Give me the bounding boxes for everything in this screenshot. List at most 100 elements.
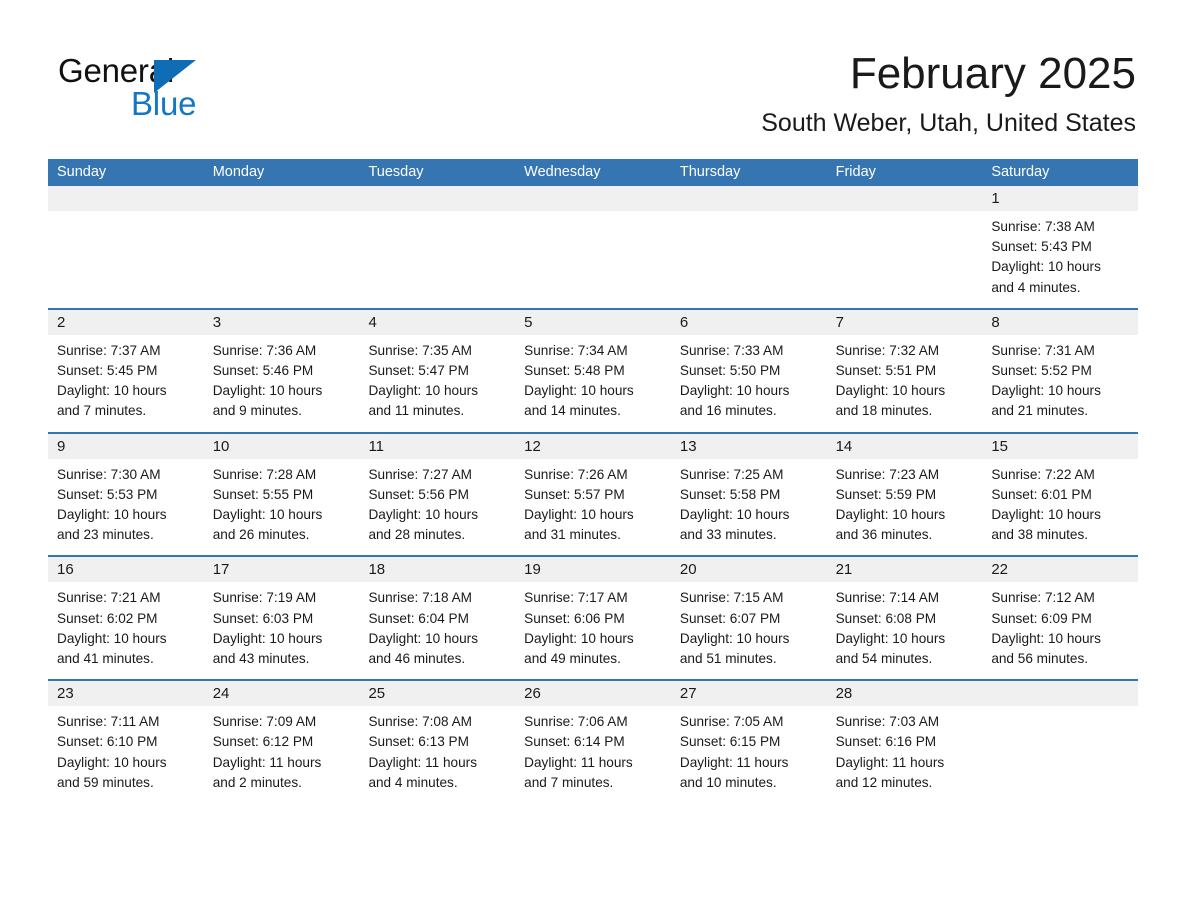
day-number-band	[48, 186, 204, 211]
day-details: Sunrise: 7:34 AM Sunset: 5:48 PM Daylight:…	[515, 335, 671, 432]
day-cell[interactable]: 15 Sunrise: 7:22 AM Sunset: 6:01 PM Dayligh…	[982, 433, 1139, 556]
daylight-text-line2: and 49 minutes.	[524, 651, 621, 667]
weekday-header-sunday: Sunday	[57, 164, 107, 180]
sunset-text: Sunset: 5:55 PM	[212, 486, 314, 502]
day-cell[interactable]: 21 Sunrise: 7:14 AM Sunset: 6:08 PM Dayligh…	[826, 557, 983, 680]
sunset-text: Sunset: 6:12 PM	[212, 734, 314, 750]
daylight-text-line1: Daylight: 10 hours	[835, 630, 946, 646]
day-cell[interactable]: 1 Sunrise: 7:38 AM Sunset: 5:43 PM Daylight…	[982, 186, 1139, 308]
day-number-band	[670, 186, 827, 211]
title-block: February 2025 South Weber, Utah, United …	[761, 48, 1136, 138]
daylight-text-line2: and 46 minutes.	[368, 651, 466, 667]
daylight-text-line1: Daylight: 11 hours	[368, 754, 477, 770]
daylight-text-line2: and 7 minutes.	[524, 774, 614, 790]
day-number-band: 8	[982, 309, 1139, 335]
daylight-text-line1: Daylight: 10 hours	[524, 507, 634, 523]
day-cell[interactable]: 13 Sunrise: 7:25 AM Sunset: 5:58 PM Dayligh…	[670, 433, 827, 556]
page-subtitle-location: South Weber, Utah, United States	[761, 109, 1136, 137]
day-number: 25	[368, 685, 386, 703]
day-cell[interactable]: 23 Sunrise: 7:11 AM Sunset: 6:10 PM Dayligh…	[48, 681, 204, 804]
sunset-text: Sunset: 6:01 PM	[991, 486, 1092, 502]
daylight-text-line2: and 59 minutes.	[57, 774, 154, 790]
day-cell[interactable]: 24 Sunrise: 7:09 AM Sunset: 6:12 PM Dayligh…	[203, 681, 360, 804]
day-number-band: 6	[670, 309, 827, 335]
general-blue-logo[interactable]: General Blue	[58, 52, 298, 128]
day-number-band: 24	[203, 681, 360, 707]
day-number: 20	[679, 561, 697, 579]
daylight-text-line1: Daylight: 10 hours	[679, 507, 790, 523]
day-cell[interactable]: 17 Sunrise: 7:19 AM Sunset: 6:03 PM Dayligh…	[203, 557, 360, 680]
sunset-text: Sunset: 6:10 PM	[57, 734, 158, 750]
day-cell[interactable]: 25 Sunrise: 7:08 AM Sunset: 6:13 PM Dayligh…	[359, 681, 516, 804]
day-cell[interactable]: 27 Sunrise: 7:05 AM Sunset: 6:15 PM Dayligh…	[670, 681, 827, 804]
daylight-text-line1: Daylight: 10 hours	[835, 383, 946, 399]
day-cell[interactable]: 28 Sunrise: 7:03 AM Sunset: 6:16 PM Dayligh…	[826, 681, 983, 804]
day-cell[interactable]: 5 Sunrise: 7:34 AM Sunset: 5:48 PM Daylight…	[515, 309, 671, 432]
day-details: Sunrise: 7:31 AM Sunset: 5:52 PM Daylight:…	[982, 335, 1138, 432]
daylight-text-line1: Daylight: 10 hours	[57, 754, 167, 770]
day-details: Sunrise: 7:22 AM Sunset: 6:01 PM Daylight:…	[982, 459, 1138, 556]
daylight-text-line2: and 23 minutes.	[57, 527, 154, 543]
day-cell[interactable]: 26 Sunrise: 7:06 AM Sunset: 6:14 PM Dayligh…	[515, 681, 671, 804]
day-number-band: 20	[670, 557, 827, 583]
calendar-week-row: 23 Sunrise: 7:11 AM Sunset: 6:10 PM Dayligh…	[48, 679, 1139, 804]
weekday-header-thursday: Thursday	[679, 164, 741, 180]
day-number: 11	[368, 437, 385, 455]
daylight-text-line1: Daylight: 10 hours	[212, 630, 323, 646]
day-cell[interactable]: 3 Sunrise: 7:36 AM Sunset: 5:46 PM Daylight…	[203, 309, 360, 432]
weekday-header-friday: Friday	[835, 164, 876, 180]
day-cell[interactable]: 2 Sunrise: 7:37 AM Sunset: 5:45 PM Daylight…	[48, 309, 204, 432]
sunrise-text: Sunrise: 7:06 AM	[524, 714, 628, 730]
day-details: Sunrise: 7:09 AM Sunset: 6:12 PM Daylight:…	[204, 706, 360, 803]
day-cell[interactable]: 16 Sunrise: 7:21 AM Sunset: 6:02 PM Dayligh…	[48, 557, 204, 680]
day-details: Sunrise: 7:26 AM Sunset: 5:57 PM Daylight:…	[515, 459, 671, 556]
day-number-band: 17	[203, 557, 360, 583]
daylight-text-line2: and 14 minutes.	[524, 403, 621, 419]
day-details	[48, 211, 204, 306]
day-number: 4	[368, 313, 377, 331]
day-cell-empty	[670, 186, 827, 308]
day-number-band: 26	[515, 681, 671, 707]
sunset-text: Sunset: 5:51 PM	[835, 363, 937, 379]
day-number-band: 2	[48, 309, 204, 335]
daylight-text-line2: and 7 minutes.	[57, 403, 147, 419]
day-number: 19	[524, 561, 541, 579]
day-cell[interactable]: 8 Sunrise: 7:31 AM Sunset: 5:52 PM Daylight…	[982, 309, 1139, 432]
day-number: 8	[991, 313, 1000, 331]
daylight-text-line1: Daylight: 11 hours	[524, 754, 633, 770]
daylight-text-line1: Daylight: 10 hours	[57, 630, 167, 646]
day-number: 16	[57, 561, 74, 579]
day-cell[interactable]: 7 Sunrise: 7:32 AM Sunset: 5:51 PM Daylight…	[826, 309, 983, 432]
sunrise-text: Sunrise: 7:23 AM	[835, 466, 940, 482]
day-cell[interactable]: 22 Sunrise: 7:12 AM Sunset: 6:09 PM Dayligh…	[982, 557, 1139, 680]
day-cell[interactable]: 11 Sunrise: 7:27 AM Sunset: 5:56 PM Dayligh…	[359, 433, 516, 556]
day-number-band: 23	[48, 681, 204, 707]
day-cell-empty	[48, 186, 204, 308]
daylight-text-line2: and 4 minutes.	[991, 279, 1081, 295]
calendar-week-row: 2 Sunrise: 7:37 AM Sunset: 5:45 PM Daylight…	[48, 307, 1139, 432]
day-cell[interactable]: 18 Sunrise: 7:18 AM Sunset: 6:04 PM Dayligh…	[359, 557, 516, 680]
day-cell[interactable]: 12 Sunrise: 7:26 AM Sunset: 5:57 PM Dayligh…	[515, 433, 671, 556]
day-cell[interactable]: 9 Sunrise: 7:30 AM Sunset: 5:53 PM Daylight…	[48, 433, 204, 556]
day-cell[interactable]: 19 Sunrise: 7:17 AM Sunset: 6:06 PM Dayligh…	[515, 557, 671, 680]
sunrise-text: Sunrise: 7:21 AM	[57, 590, 161, 606]
day-cell[interactable]: 14 Sunrise: 7:23 AM Sunset: 5:59 PM Dayligh…	[826, 433, 983, 556]
day-cell-empty	[203, 186, 360, 308]
day-number-band	[359, 186, 516, 211]
daylight-text-line1: Daylight: 10 hours	[57, 507, 167, 523]
daylight-text-line2: and 10 minutes.	[679, 774, 777, 790]
day-cell[interactable]: 6 Sunrise: 7:33 AM Sunset: 5:50 PM Daylight…	[670, 309, 827, 432]
daylight-text-line1: Daylight: 10 hours	[991, 383, 1101, 399]
day-number: 12	[524, 437, 541, 455]
weekday-header-saturday: Saturday	[991, 164, 1050, 180]
day-number-band: 28	[826, 681, 983, 707]
sunrise-text: Sunrise: 7:11 AM	[57, 714, 160, 730]
day-cell[interactable]: 4 Sunrise: 7:35 AM Sunset: 5:47 PM Daylight…	[359, 309, 516, 432]
day-cell[interactable]: 10 Sunrise: 7:28 AM Sunset: 5:55 PM Dayligh…	[203, 433, 360, 556]
sunrise-text: Sunrise: 7:12 AM	[991, 590, 1095, 606]
day-cell[interactable]: 20 Sunrise: 7:15 AM Sunset: 6:07 PM Dayligh…	[670, 557, 827, 680]
sunset-text: Sunset: 6:07 PM	[679, 610, 781, 626]
sunset-text: Sunset: 5:43 PM	[991, 239, 1092, 255]
sunset-text: Sunset: 6:13 PM	[368, 734, 469, 750]
sunset-text: Sunset: 5:50 PM	[679, 363, 781, 379]
